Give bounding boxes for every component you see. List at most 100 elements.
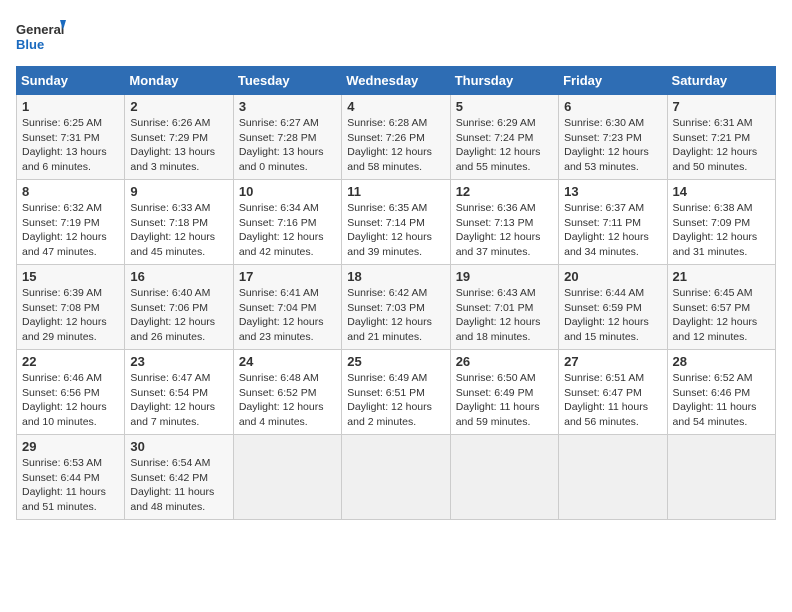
calendar-day-cell: 6 Sunrise: 6:30 AMSunset: 7:23 PMDaylight… — [559, 95, 667, 180]
day-number: 27 — [564, 354, 661, 369]
calendar-day-cell: 28 Sunrise: 6:52 AMSunset: 6:46 PMDayligh… — [667, 350, 775, 435]
day-header-thursday: Thursday — [450, 67, 558, 95]
calendar-day-cell: 13 Sunrise: 6:37 AMSunset: 7:11 PMDayligh… — [559, 180, 667, 265]
day-number: 13 — [564, 184, 661, 199]
calendar-day-cell: 14 Sunrise: 6:38 AMSunset: 7:09 PMDayligh… — [667, 180, 775, 265]
day-number: 12 — [456, 184, 553, 199]
calendar-day-cell — [233, 435, 341, 520]
day-number: 14 — [673, 184, 770, 199]
calendar-day-cell: 29 Sunrise: 6:53 AMSunset: 6:44 PMDayligh… — [17, 435, 125, 520]
day-number: 18 — [347, 269, 444, 284]
day-number: 5 — [456, 99, 553, 114]
day-number: 21 — [673, 269, 770, 284]
day-header-friday: Friday — [559, 67, 667, 95]
day-info: Sunrise: 6:35 AMSunset: 7:14 PMDaylight:… — [347, 201, 444, 260]
calendar-day-cell: 20 Sunrise: 6:44 AMSunset: 6:59 PMDayligh… — [559, 265, 667, 350]
day-number: 30 — [130, 439, 227, 454]
svg-text:General: General — [16, 22, 64, 37]
day-header-tuesday: Tuesday — [233, 67, 341, 95]
calendar-week-row: 1 Sunrise: 6:25 AMSunset: 7:31 PMDaylight… — [17, 95, 776, 180]
calendar-day-cell: 19 Sunrise: 6:43 AMSunset: 7:01 PMDayligh… — [450, 265, 558, 350]
day-info: Sunrise: 6:32 AMSunset: 7:19 PMDaylight:… — [22, 201, 119, 260]
calendar-day-cell: 10 Sunrise: 6:34 AMSunset: 7:16 PMDayligh… — [233, 180, 341, 265]
day-info: Sunrise: 6:48 AMSunset: 6:52 PMDaylight:… — [239, 371, 336, 430]
day-info: Sunrise: 6:51 AMSunset: 6:47 PMDaylight:… — [564, 371, 661, 430]
logo: General Blue — [16, 16, 66, 56]
day-number: 17 — [239, 269, 336, 284]
calendar-day-cell: 21 Sunrise: 6:45 AMSunset: 6:57 PMDayligh… — [667, 265, 775, 350]
day-number: 28 — [673, 354, 770, 369]
calendar-week-row: 22 Sunrise: 6:46 AMSunset: 6:56 PMDayligh… — [17, 350, 776, 435]
day-info: Sunrise: 6:46 AMSunset: 6:56 PMDaylight:… — [22, 371, 119, 430]
day-number: 10 — [239, 184, 336, 199]
day-info: Sunrise: 6:28 AMSunset: 7:26 PMDaylight:… — [347, 116, 444, 175]
calendar-header-row: SundayMondayTuesdayWednesdayThursdayFrid… — [17, 67, 776, 95]
day-info: Sunrise: 6:33 AMSunset: 7:18 PMDaylight:… — [130, 201, 227, 260]
calendar-day-cell: 22 Sunrise: 6:46 AMSunset: 6:56 PMDayligh… — [17, 350, 125, 435]
day-info: Sunrise: 6:37 AMSunset: 7:11 PMDaylight:… — [564, 201, 661, 260]
day-info: Sunrise: 6:42 AMSunset: 7:03 PMDaylight:… — [347, 286, 444, 345]
day-info: Sunrise: 6:53 AMSunset: 6:44 PMDaylight:… — [22, 456, 119, 515]
day-number: 16 — [130, 269, 227, 284]
calendar-day-cell: 25 Sunrise: 6:49 AMSunset: 6:51 PMDayligh… — [342, 350, 450, 435]
day-number: 23 — [130, 354, 227, 369]
day-number: 9 — [130, 184, 227, 199]
day-info: Sunrise: 6:45 AMSunset: 6:57 PMDaylight:… — [673, 286, 770, 345]
day-info: Sunrise: 6:52 AMSunset: 6:46 PMDaylight:… — [673, 371, 770, 430]
day-info: Sunrise: 6:39 AMSunset: 7:08 PMDaylight:… — [22, 286, 119, 345]
calendar-week-row: 29 Sunrise: 6:53 AMSunset: 6:44 PMDayligh… — [17, 435, 776, 520]
page-header: General Blue — [16, 16, 776, 56]
calendar-day-cell: 5Sunrise: 6:29 AMSunset: 7:24 PMDaylight… — [450, 95, 558, 180]
calendar-day-cell: 3 Sunrise: 6:27 AMSunset: 7:28 PMDaylight… — [233, 95, 341, 180]
calendar-day-cell: 27 Sunrise: 6:51 AMSunset: 6:47 PMDayligh… — [559, 350, 667, 435]
day-info: Sunrise: 6:36 AMSunset: 7:13 PMDaylight:… — [456, 201, 553, 260]
calendar-day-cell: 24Sunrise: 6:48 AMSunset: 6:52 PMDayligh… — [233, 350, 341, 435]
calendar-day-cell: 12 Sunrise: 6:36 AMSunset: 7:13 PMDayligh… — [450, 180, 558, 265]
calendar-day-cell: 11 Sunrise: 6:35 AMSunset: 7:14 PMDayligh… — [342, 180, 450, 265]
day-info: Sunrise: 6:47 AMSunset: 6:54 PMDaylight:… — [130, 371, 227, 430]
day-number: 29 — [22, 439, 119, 454]
day-info: Sunrise: 6:27 AMSunset: 7:28 PMDaylight:… — [239, 116, 336, 175]
day-number: 3 — [239, 99, 336, 114]
day-info: Sunrise: 6:30 AMSunset: 7:23 PMDaylight:… — [564, 116, 661, 175]
day-number: 25 — [347, 354, 444, 369]
day-info: Sunrise: 6:25 AMSunset: 7:31 PMDaylight:… — [22, 116, 119, 175]
calendar-day-cell: 2Sunrise: 6:26 AMSunset: 7:29 PMDaylight… — [125, 95, 233, 180]
day-number: 15 — [22, 269, 119, 284]
day-number: 11 — [347, 184, 444, 199]
logo-svg: General Blue — [16, 16, 66, 56]
day-info: Sunrise: 6:44 AMSunset: 6:59 PMDaylight:… — [564, 286, 661, 345]
calendar-day-cell: 18 Sunrise: 6:42 AMSunset: 7:03 PMDayligh… — [342, 265, 450, 350]
calendar-day-cell: 1 Sunrise: 6:25 AMSunset: 7:31 PMDaylight… — [17, 95, 125, 180]
day-number: 7 — [673, 99, 770, 114]
calendar-day-cell: 9 Sunrise: 6:33 AMSunset: 7:18 PMDaylight… — [125, 180, 233, 265]
calendar-day-cell — [342, 435, 450, 520]
day-info: Sunrise: 6:34 AMSunset: 7:16 PMDaylight:… — [239, 201, 336, 260]
day-number: 20 — [564, 269, 661, 284]
day-info: Sunrise: 6:54 AMSunset: 6:42 PMDaylight:… — [130, 456, 227, 515]
day-info: Sunrise: 6:38 AMSunset: 7:09 PMDaylight:… — [673, 201, 770, 260]
day-header-wednesday: Wednesday — [342, 67, 450, 95]
day-number: 6 — [564, 99, 661, 114]
calendar-day-cell: 30 Sunrise: 6:54 AMSunset: 6:42 PMDayligh… — [125, 435, 233, 520]
calendar-day-cell: 17 Sunrise: 6:41 AMSunset: 7:04 PMDayligh… — [233, 265, 341, 350]
calendar-day-cell: 4Sunrise: 6:28 AMSunset: 7:26 PMDaylight… — [342, 95, 450, 180]
day-info: Sunrise: 6:43 AMSunset: 7:01 PMDaylight:… — [456, 286, 553, 345]
calendar-day-cell — [559, 435, 667, 520]
calendar-day-cell: 8Sunrise: 6:32 AMSunset: 7:19 PMDaylight… — [17, 180, 125, 265]
calendar-day-cell — [667, 435, 775, 520]
day-info: Sunrise: 6:40 AMSunset: 7:06 PMDaylight:… — [130, 286, 227, 345]
day-header-monday: Monday — [125, 67, 233, 95]
day-number: 1 — [22, 99, 119, 114]
calendar-day-cell — [450, 435, 558, 520]
day-info: Sunrise: 6:41 AMSunset: 7:04 PMDaylight:… — [239, 286, 336, 345]
day-info: Sunrise: 6:26 AMSunset: 7:29 PMDaylight:… — [130, 116, 227, 175]
calendar-day-cell: 16 Sunrise: 6:40 AMSunset: 7:06 PMDayligh… — [125, 265, 233, 350]
day-info: Sunrise: 6:49 AMSunset: 6:51 PMDaylight:… — [347, 371, 444, 430]
day-number: 22 — [22, 354, 119, 369]
calendar-day-cell: 7Sunrise: 6:31 AMSunset: 7:21 PMDaylight… — [667, 95, 775, 180]
calendar-week-row: 8Sunrise: 6:32 AMSunset: 7:19 PMDaylight… — [17, 180, 776, 265]
day-number: 19 — [456, 269, 553, 284]
calendar-day-cell: 26Sunrise: 6:50 AMSunset: 6:49 PMDayligh… — [450, 350, 558, 435]
day-number: 26 — [456, 354, 553, 369]
